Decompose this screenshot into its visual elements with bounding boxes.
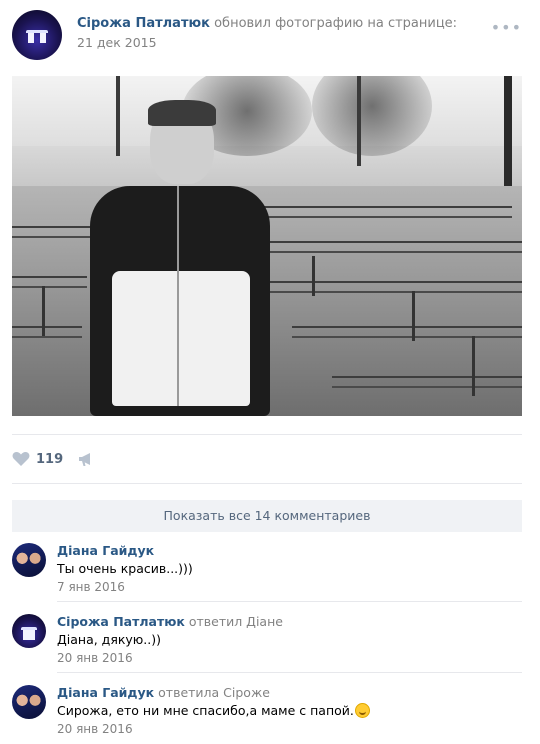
photo-person-jacket-panel	[112, 271, 250, 406]
photo-bench-row	[12, 276, 87, 288]
avatar-photo-figures	[21, 627, 37, 640]
photo-person-zipper	[177, 186, 179, 406]
comment-date[interactable]: 7 янв 2016	[57, 580, 125, 594]
comment-author-line: Діана Гайдук	[57, 543, 154, 558]
comment-author-line: Діана Гайдук ответила Сіроже	[57, 685, 270, 700]
photo-tree-trunk	[116, 76, 120, 156]
post-date[interactable]: 21 дек 2015	[77, 35, 157, 50]
post-actions-bar: 119	[12, 434, 522, 484]
smile-emoji-icon	[354, 703, 370, 718]
photo-bench-row	[242, 241, 522, 253]
comment-reply-to[interactable]: ответила Сіроже	[158, 685, 270, 700]
photo-tree-trunk	[357, 76, 361, 166]
post-meta-line: Сірожа Патлатюк обновил фотографию на ст…	[77, 16, 457, 31]
comment-date[interactable]: 20 янв 2016	[57, 722, 133, 736]
photo-bench-row	[292, 326, 522, 338]
comment-text-line: Сирожа, ето ни мне спасибо,а маме с папо…	[57, 703, 370, 718]
author-avatar[interactable]	[12, 10, 62, 60]
comment-text: Діана, дякую..))	[57, 632, 162, 647]
comment-divider	[57, 601, 522, 602]
post-action-text: обновил фотографию на странице:	[214, 16, 458, 31]
photo-bench-leg	[472, 336, 475, 396]
photo-bench-row	[12, 326, 82, 338]
show-all-comments-button[interactable]: Показать все 14 комментариев	[12, 500, 522, 532]
photo-bench-leg	[42, 286, 45, 336]
comment-author-line: Сірожа Патлатюк ответил Діане	[57, 614, 283, 629]
comment-divider	[57, 672, 522, 673]
commenter-avatar[interactable]	[12, 614, 46, 648]
comment-date[interactable]: 20 янв 2016	[57, 651, 133, 665]
comment-item: Сірожа Патлатюк ответил Діане Діана, дяк…	[12, 614, 522, 684]
photo-bench-leg	[312, 256, 315, 296]
heart-icon[interactable]	[12, 451, 30, 471]
comment-author-link[interactable]: Сірожа Патлатюк	[57, 614, 185, 629]
megaphone-share-icon[interactable]	[78, 452, 94, 471]
photo-bench-row	[332, 376, 522, 388]
commenter-avatar[interactable]	[12, 685, 46, 719]
photo-person-hair	[148, 100, 216, 126]
photo-bench-leg	[412, 291, 415, 341]
photo-tree-trunk	[504, 76, 512, 186]
photo-bench-row	[12, 226, 92, 238]
avatar-photo-figures	[26, 30, 48, 44]
comment-item: Діана Гайдук ответила Сіроже Сирожа, ето…	[12, 685, 522, 744]
post-photo[interactable]	[12, 76, 522, 416]
comment-author-link[interactable]: Діана Гайдук	[57, 543, 154, 558]
comment-reply-to[interactable]: ответил Діане	[189, 614, 283, 629]
post-author-link[interactable]: Сірожа Патлатюк	[77, 16, 210, 31]
comment-text: Ты очень красив...)))	[57, 561, 193, 576]
photo-bench-row	[262, 281, 522, 293]
likes-count[interactable]: 119	[36, 452, 63, 467]
comment-author-link[interactable]: Діана Гайдук	[57, 685, 154, 700]
post-header: Сірожа Патлатюк обновил фотографию на ст…	[12, 10, 528, 60]
comment-text: Сирожа, ето ни мне спасибо,а маме с папо…	[57, 703, 354, 718]
comment-item: Діана Гайдук Ты очень красив...))) 7 янв…	[12, 543, 522, 613]
more-dots-icon[interactable]: •••	[491, 20, 522, 36]
commenter-avatar[interactable]	[12, 543, 46, 577]
